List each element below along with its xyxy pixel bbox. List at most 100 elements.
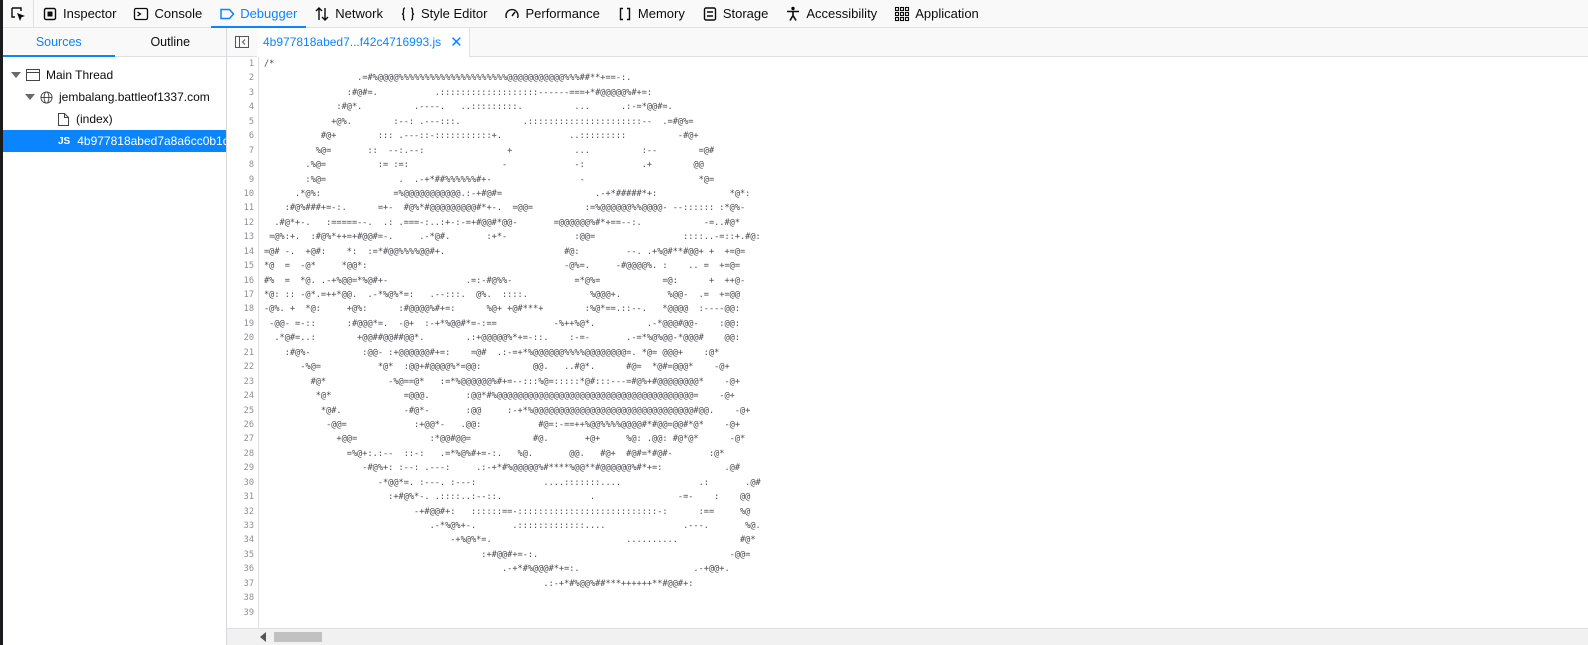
code-line: .#@*+-. :=====--. .: .===-:..:+-:-=+#@@#… [264,217,740,228]
tab-label: Style Editor [420,6,488,21]
line-number[interactable]: 10 [227,187,254,201]
code-line: :%@= . .-+*##%%%%%%#+- - *@= [264,174,715,185]
horizontal-scrollbar[interactable] [227,628,1588,645]
style-editor-icon [401,6,415,21]
code-line: -@@- =-:: :#@@@*=. -@+ :-+*%@@#*=-:== -%… [264,318,740,329]
line-number[interactable]: 36 [227,562,254,576]
tab-sources[interactable]: Sources [3,28,115,57]
tab-inspector[interactable]: Inspector [34,0,125,27]
code-line: -#@%+: :--: .---: .:-+*#%@@@@@%#****%@@*… [264,463,740,474]
line-number[interactable]: 8 [227,158,254,172]
line-number[interactable]: 24 [227,389,254,403]
performance-icon [505,8,520,18]
line-number[interactable]: 28 [227,447,254,461]
line-number[interactable]: 15 [227,259,254,273]
inspector-icon [43,7,57,20]
line-number[interactable]: 34 [227,533,254,547]
line-number[interactable]: 12 [227,216,254,230]
line-number[interactable]: 33 [227,519,254,533]
code-view[interactable]: 1 2 3 4 5 6 7 8 9 10 11 12 13 14 15 16 17 18 19 20 21 22 23 24 2… [227,57,1588,629]
line-number[interactable]: 6 [227,129,254,143]
tab-storage[interactable]: Storage [694,0,778,27]
console-icon [134,7,149,20]
line-number[interactable]: 32 [227,505,254,519]
tree-item-js-file[interactable]: JS 4b977818abed7a8a6cc0b1d57 [3,130,226,152]
editor-tab-js-file[interactable]: 4b977818abed7...f42c4716993.js ✕ [257,28,470,57]
line-number[interactable]: 35 [227,548,254,562]
scroll-left-arrow-icon[interactable] [260,632,266,642]
code-line: .%@= := :=: - -: .+ @@ [264,160,704,171]
code-lines[interactable]: /* .=#%@@@@%%%%%%%%%%%%%%%%%%%%%@@@@@@@@… [259,57,761,629]
line-number-gutter[interactable]: 1 2 3 4 5 6 7 8 9 10 11 12 13 14 15 16 17 18 19 20 21 22 23 24 2… [227,57,259,629]
line-number[interactable]: 37 [227,577,254,591]
tab-style-editor[interactable]: Style Editor [392,0,496,27]
code-line: :#@*. .----. ..:::::::::. ... .:-=*@@#=. [264,102,673,113]
scrollbar-thumb[interactable] [274,632,322,642]
code-line: #@+ ::: .---::-:::::::::::+. ..:::::::::… [264,131,699,142]
code-line: .:-+*#%@@%##***++++++**#@@#+: [264,578,694,589]
line-number[interactable]: 19 [227,317,254,331]
line-number[interactable]: 7 [227,144,254,158]
code-line: .-+*#%@@@#*+=:. .-+@@+. [264,564,730,575]
document-icon [58,112,69,126]
network-icon [315,6,329,21]
line-number[interactable]: 3 [227,86,254,100]
code-line: /* [264,59,275,69]
toggle-sidebar-button[interactable] [227,28,257,56]
source-tree: Main Thread jembalang.battleof1337.com (… [3,57,226,152]
code-line: *@ = -@* *@@*: -@%=. -#@@@@%. : .. = +=@… [264,261,740,272]
line-number[interactable]: 16 [227,274,254,288]
line-number[interactable]: 30 [227,476,254,490]
element-picker-button[interactable] [3,0,34,27]
tree-item-index[interactable]: (index) [3,108,226,130]
line-number[interactable]: 21 [227,346,254,360]
tab-network[interactable]: Network [306,0,392,27]
line-number[interactable]: 26 [227,418,254,432]
tab-outline[interactable]: Outline [115,28,227,56]
line-number[interactable]: 39 [227,606,254,620]
tree-item-label: (index) [76,112,113,126]
line-number[interactable]: 27 [227,432,254,446]
tab-console[interactable]: Console [125,0,211,27]
tab-debugger[interactable]: Debugger [211,0,307,28]
close-icon[interactable]: ✕ [450,35,463,50]
chevron-down-icon[interactable] [11,72,21,78]
code-line: +@@= :*@@#@@= #@. +@+ %@: .@@: #@*@* -@* [264,434,746,445]
line-number[interactable]: 2 [227,71,254,85]
line-number[interactable]: 29 [227,461,254,475]
line-number[interactable]: 31 [227,490,254,504]
editor-tabs: 4b977818abed7...f42c4716993.js ✕ [227,28,1588,57]
tree-item-main-thread[interactable]: Main Thread [3,64,226,86]
line-number[interactable]: 5 [227,115,254,129]
tab-label: Debugger [240,6,298,21]
line-number[interactable]: 22 [227,360,254,374]
tab-memory[interactable]: Memory [609,0,694,27]
line-number[interactable]: 23 [227,375,254,389]
line-number[interactable]: 38 [227,591,254,605]
tab-application[interactable]: Application [886,0,988,27]
tab-label: Inspector [63,6,117,21]
code-line: -@@= :+@@*- .@@: #@=:-==++%@@%%%%@@@@#*#… [264,419,740,430]
line-number[interactable]: 4 [227,100,254,114]
line-number[interactable]: 25 [227,404,254,418]
tree-item-domain[interactable]: jembalang.battleof1337.com [3,86,226,108]
storage-icon [703,6,717,21]
code-line: .*@%: =%@@@@@@@@@@@.:-+#@#= .-+*#####*+:… [264,188,751,199]
code-line: -%@= *@* :@@+#@@@@%*=@@: @@. ..#@*. #@= … [264,362,730,373]
chevron-down-icon[interactable] [25,94,35,100]
line-number[interactable]: 1 [227,57,254,71]
line-number[interactable]: 17 [227,288,254,302]
line-number[interactable]: 14 [227,245,254,259]
code-line: .*@#=..: +@@##@@##@@*. .:+@@@@@%*+=-::. … [264,333,740,344]
code-line: *@#. -#@*- :@@ :-+*%@@@@@@@@@@@@@@@@@@@@… [264,405,751,416]
line-number[interactable]: 18 [227,302,254,316]
line-number[interactable]: 9 [227,173,254,187]
code-line: .-*%@%+-. .:::::::::::::.... .---. %@. [264,521,761,531]
line-number[interactable]: 11 [227,201,254,215]
tab-accessibility[interactable]: Accessibility [777,0,886,27]
line-number[interactable]: 20 [227,331,254,345]
line-number[interactable]: 13 [227,230,254,244]
code-line: -@%. + *@: +@%: :#@@@@%#+=: %@+ +@#***+ … [264,304,740,315]
tab-performance[interactable]: Performance [496,0,608,27]
